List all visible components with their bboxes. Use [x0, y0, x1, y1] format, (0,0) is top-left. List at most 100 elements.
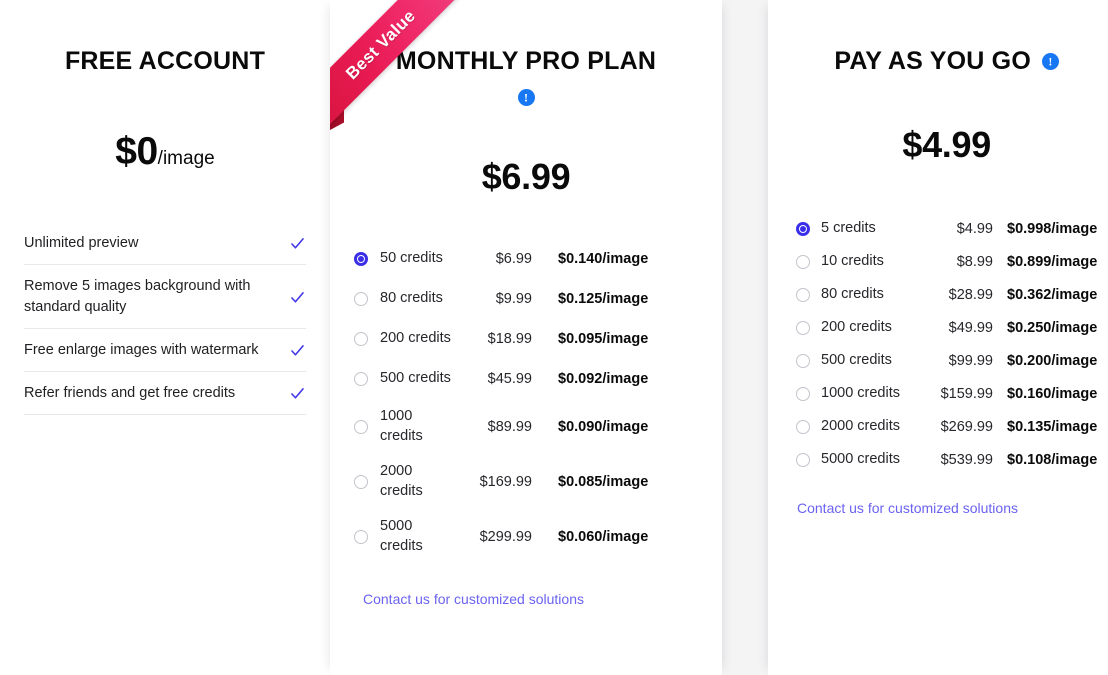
credit-amount-label: 80 credits — [380, 290, 443, 307]
price-amount: $0 — [115, 130, 158, 173]
credit-unit-price: $0.160/image — [1007, 385, 1098, 402]
credit-option-row[interactable]: 2000 credits $269.99 $0.135/image — [796, 410, 1097, 443]
credit-amount-label: 5000 credits — [380, 518, 423, 554]
credit-option-row[interactable]: 80 credits $9.99 $0.125/image — [354, 279, 698, 319]
radio-button[interactable] — [354, 372, 368, 386]
credit-option-row[interactable]: 1000 credits $89.99 $0.090/image — [354, 399, 698, 454]
credit-option-row[interactable]: 5000 credits $299.99 $0.060/image — [354, 509, 698, 564]
credit-price: $159.99 — [940, 385, 993, 402]
credit-option-row[interactable]: 50 credits $6.99 $0.140/image — [354, 239, 698, 279]
page-title-free-account: FREE ACCOUNT — [64, 47, 266, 75]
check-icon — [289, 385, 306, 402]
info-icon-monthly-pro[interactable]: ! — [517, 89, 535, 106]
credit-amount-label: 500 credits — [821, 351, 892, 368]
credit-unit-price: $0.085/image — [558, 473, 649, 490]
radio-button[interactable] — [796, 452, 810, 467]
feature-row: Remove 5 images background with standard… — [24, 265, 306, 330]
radio-button[interactable] — [354, 419, 368, 434]
credit-amount-label: 50 credits — [380, 250, 443, 267]
radio-button[interactable] — [796, 386, 810, 401]
credit-unit-price: $0.200/image — [1007, 352, 1098, 369]
radio-button[interactable] — [796, 353, 810, 368]
page-title-pay-as-you-go: PAY AS YOU GO ! — [796, 47, 1097, 76]
radio-button[interactable] — [796, 419, 810, 434]
radio-button[interactable] — [796, 254, 810, 269]
feature-label: Remove 5 images background with standard… — [24, 278, 251, 316]
check-icon — [289, 342, 306, 359]
feature-row: Unlimited preview — [24, 222, 306, 266]
contact-us-link-payg[interactable]: Contact us for customized solutions — [797, 500, 1018, 516]
plan-card-free-account: FREE ACCOUNT $0/image Unlimited preview R… — [0, 0, 330, 675]
info-badge-row: ! — [354, 89, 698, 106]
pricing-plans: FREE ACCOUNT $0/image Unlimited preview R… — [0, 0, 1108, 675]
credit-unit-price: $0.362/image — [1007, 286, 1098, 303]
radio-button[interactable] — [796, 320, 810, 335]
radio-button[interactable] — [354, 529, 368, 544]
credit-option-row[interactable]: 1000 credits $159.99 $0.160/image — [796, 377, 1097, 410]
credit-option-row[interactable]: 200 credits $18.99 $0.095/image — [354, 319, 698, 359]
credit-unit-price: $0.135/image — [1007, 418, 1098, 435]
plan-title-text: PAY AS YOU GO — [834, 47, 1031, 75]
feature-label: Unlimited preview — [24, 235, 139, 251]
contact-us-link-pro[interactable]: Contact us for customized solutions — [363, 591, 584, 607]
credit-price: $9.99 — [495, 291, 532, 307]
info-icon-glyph: ! — [1048, 54, 1053, 68]
credit-unit-price: $0.108/image — [1007, 451, 1098, 468]
radio-button[interactable] — [796, 287, 810, 302]
credit-unit-price: $0.060/image — [558, 528, 649, 545]
credit-unit-price: $0.095/image — [558, 331, 649, 347]
info-icon-glyph: ! — [524, 90, 528, 104]
radio-button[interactable] — [354, 332, 368, 346]
price-unit: /image — [157, 148, 215, 169]
credit-option-list-payg: 5 credits $4.99 $0.998/image 10 credits $8.9… — [796, 212, 1097, 476]
credit-price: $169.99 — [479, 473, 532, 490]
credit-unit-price: $0.140/image — [558, 251, 649, 267]
price-free-account: $0/image — [24, 130, 306, 174]
radio-button[interactable] — [354, 252, 368, 266]
credit-price: $28.99 — [948, 286, 993, 303]
check-icon — [289, 289, 306, 306]
credit-option-row[interactable]: 5 credits $4.99 $0.998/image — [796, 212, 1097, 245]
credit-option-row[interactable]: 500 credits $99.99 $0.200/image — [796, 344, 1097, 377]
credit-price: $99.99 — [948, 352, 993, 369]
plan-card-monthly-pro: Best Value MONTHLY PRO PLAN ! $6.99 50 c… — [330, 0, 722, 675]
credit-price: $539.99 — [940, 451, 993, 468]
credit-unit-price: $0.998/image — [1007, 220, 1098, 237]
feature-label: Refer friends and get free credits — [24, 385, 236, 402]
credit-amount-label: 1000 credits — [821, 384, 900, 401]
radio-button[interactable] — [354, 292, 368, 306]
credit-option-row[interactable]: 80 credits $28.99 $0.362/image — [796, 278, 1097, 311]
feature-label: Free enlarge images with watermark — [24, 342, 259, 359]
credit-price: $6.99 — [495, 251, 532, 267]
check-icon — [289, 235, 306, 252]
credit-amount-label: 200 credits — [380, 330, 451, 347]
info-icon-pay-as-you-go[interactable]: ! — [1041, 53, 1059, 70]
radio-button[interactable] — [796, 221, 810, 236]
credit-amount-label: 5000 credits — [821, 450, 900, 467]
page-title-monthly-pro: MONTHLY PRO PLAN — [395, 47, 657, 75]
plan-card-pay-as-you-go: PAY AS YOU GO ! $4.99 5 credits $4.99 $0.9… — [768, 0, 1108, 675]
credit-option-row[interactable]: 200 credits $49.99 $0.250/image — [796, 311, 1097, 344]
credit-price: $269.99 — [940, 418, 993, 435]
credit-option-row[interactable]: 2000 credits $169.99 $0.085/image — [354, 454, 698, 509]
credit-amount-label: 10 credits — [821, 252, 884, 269]
credit-unit-price: $0.090/image — [558, 418, 649, 435]
credit-price: $8.99 — [956, 253, 993, 270]
credit-amount-label: 500 credits — [380, 370, 451, 387]
credit-amount-label: 2000 credits — [380, 463, 423, 499]
credit-option-list-pro: 50 credits $6.99 $0.140/image 80 credits $9.… — [354, 239, 698, 564]
credit-amount-label: 5 credits — [821, 219, 876, 236]
credit-price: $18.99 — [487, 331, 532, 347]
credit-option-row[interactable]: 500 credits $45.99 $0.092/image — [354, 359, 698, 399]
credit-option-row[interactable]: 10 credits $8.99 $0.899/image — [796, 245, 1097, 278]
credit-price: $49.99 — [948, 319, 993, 336]
feature-list: Unlimited preview Remove 5 images backgro… — [24, 222, 306, 416]
credit-price: $4.99 — [956, 220, 993, 237]
credit-price: $45.99 — [487, 371, 532, 387]
best-value-ribbon: Best Value — [330, 0, 490, 160]
credit-option-row[interactable]: 5000 credits $539.99 $0.108/image — [796, 443, 1097, 476]
credit-unit-price: $0.125/image — [558, 291, 649, 307]
feature-row: Refer friends and get free credits — [24, 372, 306, 416]
radio-button[interactable] — [354, 474, 368, 489]
ribbon-tail — [330, 96, 344, 130]
